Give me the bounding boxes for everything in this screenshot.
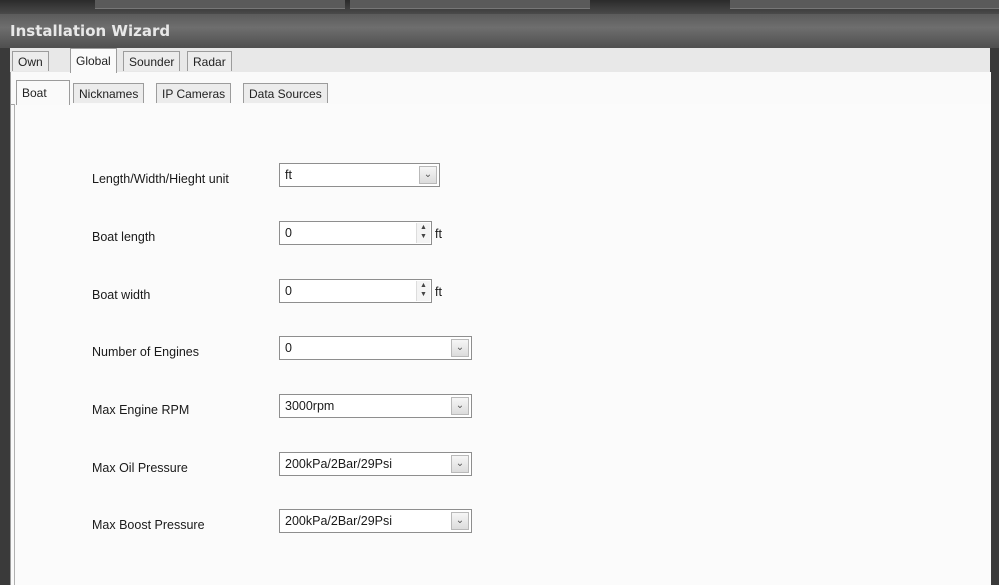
engines-select-value: 0 bbox=[285, 341, 292, 355]
window-frame-right bbox=[990, 48, 999, 585]
tab-global[interactable]: Global bbox=[70, 48, 117, 73]
inner-tab-strip: Boat Nicknames IP Cameras Data Sources bbox=[10, 80, 990, 105]
tab-sounder[interactable]: Sounder bbox=[123, 51, 181, 71]
tab-nicknames[interactable]: Nicknames bbox=[73, 83, 145, 103]
chevron-down-icon[interactable]: ⌄ bbox=[419, 166, 437, 184]
boat-width-value: 0 bbox=[285, 284, 292, 298]
unit-select-value: ft bbox=[285, 168, 292, 182]
background-window-edge bbox=[350, 0, 590, 9]
max-rpm-label: Max Engine RPM bbox=[92, 403, 190, 417]
max-rpm-select[interactable]: 3000rpm ⌄ bbox=[279, 394, 472, 418]
boat-width-input[interactable]: 0 ▲ ▼ bbox=[279, 279, 432, 303]
max-oil-select[interactable]: 200kPa/2Bar/29Psi ⌄ bbox=[279, 452, 472, 476]
boat-length-value: 0 bbox=[285, 226, 292, 240]
engines-select[interactable]: 0 ⌄ bbox=[279, 336, 472, 360]
background-window-edge bbox=[730, 0, 999, 9]
window-title: Installation Wizard bbox=[10, 22, 171, 40]
boat-length-label: Boat length bbox=[92, 230, 156, 244]
boat-width-label: Boat width bbox=[92, 288, 151, 302]
chevron-down-icon[interactable]: ⌄ bbox=[451, 397, 469, 415]
outer-tab-strip: Own Global Sounder Radar bbox=[10, 48, 990, 73]
max-boost-select[interactable]: 200kPa/2Bar/29Psi ⌄ bbox=[279, 509, 472, 533]
boat-width-unit: ft bbox=[435, 285, 442, 299]
max-oil-label: Max Oil Pressure bbox=[92, 461, 188, 475]
tab-data-sources[interactable]: Data Sources bbox=[243, 83, 328, 103]
engines-label: Number of Engines bbox=[92, 345, 200, 359]
spinner-updown-icon[interactable]: ▲ ▼ bbox=[416, 281, 430, 301]
chevron-down-icon[interactable]: ⌄ bbox=[451, 339, 469, 357]
max-boost-select-value: 200kPa/2Bar/29Psi bbox=[285, 514, 393, 528]
window-frame-left bbox=[0, 48, 10, 585]
spinner-updown-icon[interactable]: ▲ ▼ bbox=[416, 223, 430, 243]
tab-ip-cameras[interactable]: IP Cameras bbox=[156, 83, 232, 103]
chevron-down-icon[interactable]: ⌄ bbox=[451, 512, 469, 530]
chevron-down-icon[interactable]: ⌄ bbox=[451, 455, 469, 473]
unit-select[interactable]: ft ⌄ bbox=[279, 163, 440, 187]
boat-length-input[interactable]: 0 ▲ ▼ bbox=[279, 221, 432, 245]
tab-own[interactable]: Own bbox=[12, 51, 49, 71]
max-rpm-select-value: 3000rpm bbox=[285, 399, 335, 413]
max-boost-label: Max Boost Pressure bbox=[92, 518, 205, 532]
boat-length-unit: ft bbox=[435, 227, 442, 241]
unit-label: Length/Width/Hieght unit bbox=[92, 172, 229, 186]
background-strip bbox=[0, 0, 999, 14]
max-oil-select-value: 200kPa/2Bar/29Psi bbox=[285, 457, 393, 471]
background-window-edge bbox=[95, 0, 345, 9]
window-titlebar[interactable]: Installation Wizard bbox=[0, 14, 999, 49]
tab-radar[interactable]: Radar bbox=[187, 51, 232, 71]
boat-settings-form: Length/Width/Hieght unit ft ⌄ Boat lengt… bbox=[14, 104, 991, 585]
tab-boat[interactable]: Boat bbox=[16, 80, 70, 105]
